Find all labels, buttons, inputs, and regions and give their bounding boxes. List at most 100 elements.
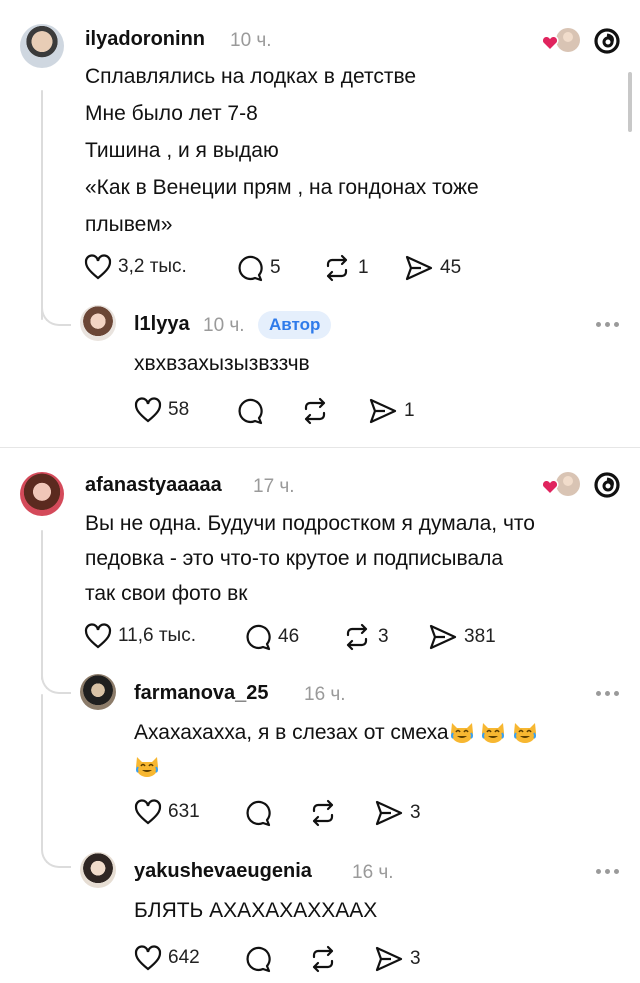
tears-of-joy-cat-emoji bbox=[136, 757, 158, 777]
repost-button[interactable] bbox=[300, 397, 330, 425]
threads-logo-icon[interactable] bbox=[592, 26, 622, 61]
comment-icon bbox=[238, 398, 263, 425]
liked-by-author-icon bbox=[540, 26, 580, 56]
comment-text-line: Вы не одна. Будучи подростком я думала, … bbox=[85, 512, 535, 535]
like-button[interactable]: 642 bbox=[134, 945, 200, 971]
timestamp: 16 ч. bbox=[304, 684, 346, 705]
reply-connector bbox=[41, 300, 71, 326]
repost-button[interactable]: 3 bbox=[342, 623, 389, 651]
thread-line bbox=[41, 90, 43, 320]
reply-button[interactable]: 46 bbox=[244, 623, 299, 651]
reply-button[interactable]: 5 bbox=[236, 254, 281, 282]
share-count: 3 bbox=[410, 802, 421, 823]
comment-text-line bbox=[134, 748, 160, 785]
repost-icon bbox=[304, 397, 326, 425]
comment-text-line: педовка - это что-то крутое и подписывал… bbox=[85, 547, 504, 570]
like-count: 631 bbox=[168, 801, 200, 822]
send-icon bbox=[375, 946, 403, 972]
scrollbar[interactable] bbox=[628, 72, 632, 132]
like-count: 3,2 тыс. bbox=[118, 256, 187, 277]
repost-count: 1 bbox=[358, 257, 369, 278]
timestamp: 10 ч. bbox=[203, 315, 245, 336]
avatar[interactable] bbox=[80, 305, 116, 341]
comment-text-line: плывем» bbox=[85, 213, 173, 236]
repost-count: 3 bbox=[378, 626, 389, 647]
avatar[interactable] bbox=[20, 472, 64, 516]
comment-text-line: «Как в Венеции прям , на гондонах тоже bbox=[85, 176, 479, 199]
share-count: 1 bbox=[404, 400, 415, 421]
comment-icon bbox=[238, 255, 263, 282]
tears-of-joy-cat-emoji bbox=[514, 723, 537, 743]
send-icon bbox=[405, 255, 433, 281]
more-options-icon[interactable] bbox=[596, 322, 619, 327]
comment-text-line: Ахахахахха, я в слезах от смеха bbox=[134, 714, 538, 751]
share-count: 45 bbox=[440, 257, 462, 278]
tears-of-joy-cat-emoji bbox=[482, 723, 505, 743]
liked-by-author-icon bbox=[540, 470, 580, 500]
comment-text-line: так свои фото вк bbox=[85, 582, 248, 605]
more-options-icon[interactable] bbox=[596, 869, 619, 874]
share-button[interactable]: 1 bbox=[368, 397, 415, 425]
like-button[interactable]: 11,6 тыс. bbox=[84, 623, 196, 649]
author-badge: Автор bbox=[258, 311, 332, 339]
repost-button[interactable]: 1 bbox=[322, 254, 369, 282]
reply-button[interactable] bbox=[236, 397, 264, 425]
tears-of-joy-cat-emoji bbox=[450, 723, 473, 743]
send-icon bbox=[375, 800, 403, 826]
send-icon bbox=[429, 624, 457, 650]
heart-icon bbox=[84, 254, 112, 280]
avatar[interactable] bbox=[80, 852, 116, 888]
comment-icon bbox=[246, 800, 271, 827]
like-count: 642 bbox=[168, 947, 200, 968]
username[interactable]: afanastyaaaaa bbox=[85, 474, 222, 497]
username[interactable]: yakushevaeugenia bbox=[134, 860, 312, 883]
comment-icon bbox=[246, 946, 271, 973]
like-button[interactable]: 3,2 тыс. bbox=[84, 254, 187, 280]
repost-icon bbox=[346, 623, 368, 651]
like-button[interactable]: 58 bbox=[134, 397, 189, 423]
share-count: 381 bbox=[464, 626, 496, 647]
heart-icon bbox=[134, 945, 162, 971]
thread-line bbox=[41, 530, 43, 680]
comment-text-line: Тишина , и я выдаю bbox=[85, 139, 279, 162]
comment-text: Ахахахахха, я в слезах от смеха bbox=[134, 721, 449, 744]
reply-connector bbox=[41, 668, 71, 694]
share-button[interactable]: 45 bbox=[404, 254, 461, 282]
reply-count: 5 bbox=[270, 257, 281, 278]
repost-button[interactable] bbox=[308, 799, 338, 827]
heart-icon bbox=[134, 799, 162, 825]
share-button[interactable]: 3 bbox=[374, 799, 421, 827]
comment-separator bbox=[0, 447, 640, 448]
comment-icon bbox=[246, 624, 271, 651]
username[interactable]: l1lyya bbox=[134, 313, 190, 336]
username[interactable]: farmanova_25 bbox=[134, 682, 269, 705]
reply-count: 46 bbox=[278, 626, 300, 647]
heart-icon bbox=[134, 397, 162, 423]
reply-button[interactable] bbox=[244, 945, 272, 973]
like-button[interactable]: 631 bbox=[134, 799, 200, 825]
comment-text-line: Сплавлялись на лодках в детстве bbox=[85, 65, 417, 88]
timestamp: 16 ч. bbox=[352, 862, 394, 883]
threads-logo-icon[interactable] bbox=[592, 470, 622, 505]
avatar[interactable] bbox=[20, 24, 64, 68]
repost-icon bbox=[312, 945, 334, 973]
more-options-icon[interactable] bbox=[596, 691, 619, 696]
timestamp: 10 ч. bbox=[230, 30, 272, 51]
share-button[interactable]: 381 bbox=[428, 623, 496, 651]
repost-button[interactable] bbox=[308, 945, 338, 973]
comment-text-line: Мне было лет 7-8 bbox=[85, 102, 258, 125]
avatar[interactable] bbox=[80, 674, 116, 710]
share-button[interactable]: 3 bbox=[374, 945, 421, 973]
comment-text-line: хвхвзахызызвззчв bbox=[134, 352, 310, 375]
heart-icon bbox=[84, 623, 112, 649]
reply-connector bbox=[41, 842, 71, 868]
send-icon bbox=[369, 398, 397, 424]
timestamp: 17 ч. bbox=[253, 476, 295, 497]
thread-line bbox=[41, 694, 43, 844]
like-count: 58 bbox=[168, 399, 190, 420]
comment-text-line: БЛЯТЬ АХАХАХАХХААХ bbox=[134, 899, 378, 922]
reply-button[interactable] bbox=[244, 799, 272, 827]
share-count: 3 bbox=[410, 948, 421, 969]
like-count: 11,6 тыс. bbox=[118, 625, 196, 646]
username[interactable]: ilyadoroninn bbox=[85, 28, 205, 51]
